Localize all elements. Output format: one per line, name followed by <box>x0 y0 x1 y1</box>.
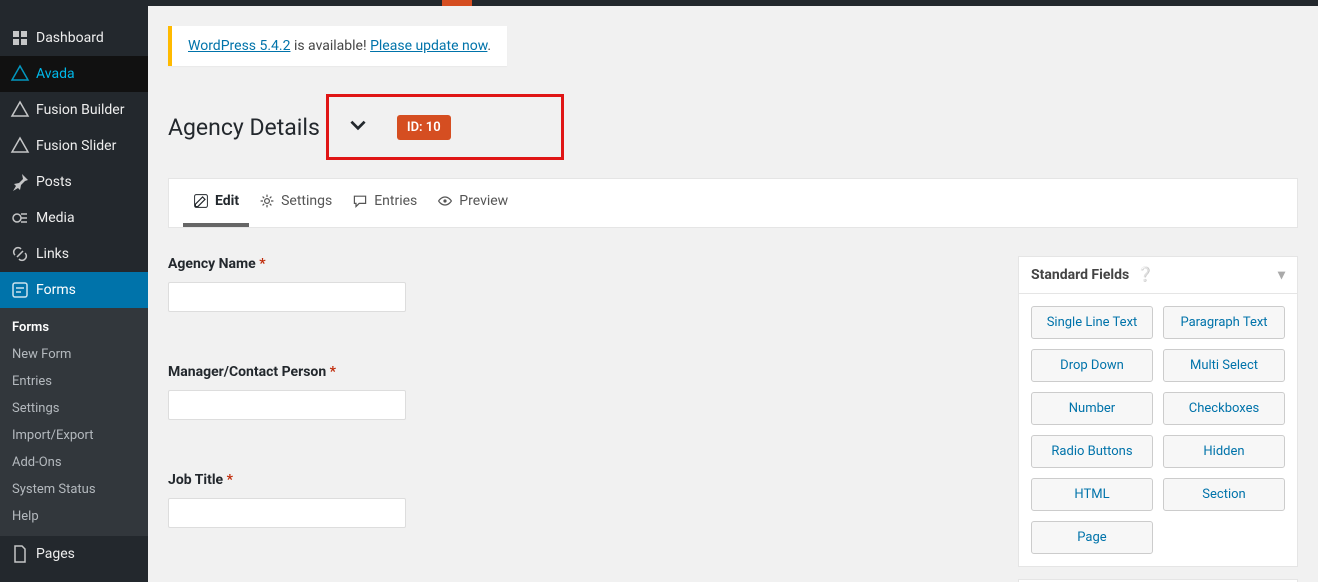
field-btn-single-line[interactable]: Single Line Text <box>1031 306 1153 339</box>
dashboard-icon <box>10 28 30 48</box>
panel-body-standard: Single Line Text Paragraph Text Drop Dow… <box>1019 294 1297 566</box>
required-indicator: * <box>227 472 233 488</box>
caret-down-icon: ▾ <box>1278 267 1285 283</box>
form-editor-area: Agency Name * Manager/Contact Person * J… <box>168 256 1298 582</box>
sidebar-item-label: Dashboard <box>36 30 104 46</box>
panel-standard-fields: Standard Fields ❔ ▾ Single Line Text Par… <box>1018 256 1298 567</box>
submenu-item-system-status[interactable]: System Status <box>0 476 148 503</box>
field-label: Manager/Contact Person * <box>168 364 988 380</box>
required-indicator: * <box>330 364 336 380</box>
fusion-slider-icon <box>10 136 30 156</box>
edit-icon <box>193 193 209 209</box>
form-id-badge: ID: 10 <box>397 115 451 140</box>
form-fields-column: Agency Name * Manager/Contact Person * J… <box>168 256 988 582</box>
field-input-job-title[interactable] <box>168 498 406 528</box>
notice-text: is available! <box>290 38 370 54</box>
form-field-agency-name[interactable]: Agency Name * <box>168 256 988 312</box>
field-btn-multiselect[interactable]: Multi Select <box>1163 349 1285 382</box>
pin-icon <box>10 172 30 192</box>
field-btn-checkboxes[interactable]: Checkboxes <box>1163 392 1285 425</box>
submenu-item-help[interactable]: Help <box>0 503 148 530</box>
tab-preview[interactable]: Preview <box>427 179 518 227</box>
field-btn-hidden[interactable]: Hidden <box>1163 435 1285 468</box>
required-indicator: * <box>259 256 265 272</box>
field-btn-page[interactable]: Page <box>1031 521 1153 554</box>
field-btn-dropdown[interactable]: Drop Down <box>1031 349 1153 382</box>
field-input-manager[interactable] <box>168 390 406 420</box>
tab-label: Settings <box>281 193 332 209</box>
main-content: WordPress 5.4.2 is available! Please upd… <box>148 6 1318 582</box>
notice-period: . <box>487 38 491 54</box>
help-icon[interactable]: ❔ <box>1137 267 1154 283</box>
topbar-indicator <box>442 0 472 6</box>
sidebar-item-label: Pages <box>36 546 75 562</box>
submenu-item-entries[interactable]: Entries <box>0 368 148 395</box>
sidebar-submenu: Forms New Form Entries Settings Import/E… <box>0 308 148 536</box>
field-btn-radio[interactable]: Radio Buttons <box>1031 435 1153 468</box>
field-label-text: Manager/Contact Person <box>168 364 326 380</box>
sidebar-item-posts[interactable]: Posts <box>0 164 148 200</box>
field-btn-section[interactable]: Section <box>1163 478 1285 511</box>
page-title: Agency Details <box>168 114 320 141</box>
sidebar-item-fusion-slider[interactable]: Fusion Slider <box>0 128 148 164</box>
link-icon <box>10 244 30 264</box>
heading-row: Agency Details ID: 10 <box>168 94 1298 160</box>
sidebar-item-forms[interactable]: Forms <box>0 272 148 308</box>
gear-icon <box>259 193 275 209</box>
notice-version-link[interactable]: WordPress 5.4.2 <box>188 38 290 54</box>
page-icon <box>10 544 30 564</box>
sidebar-item-fusion-builder[interactable]: Fusion Builder <box>0 92 148 128</box>
update-notice: WordPress 5.4.2 is available! Please upd… <box>168 26 507 66</box>
submenu-item-add-ons[interactable]: Add-Ons <box>0 449 148 476</box>
sidebar-item-links[interactable]: Links <box>0 236 148 272</box>
eye-icon <box>437 193 453 209</box>
field-btn-number[interactable]: Number <box>1031 392 1153 425</box>
panel-header-standard[interactable]: Standard Fields ❔ ▾ <box>1019 257 1297 294</box>
sidebar-item-media[interactable]: Media <box>0 200 148 236</box>
admin-topbar <box>0 0 1318 6</box>
forms-icon <box>10 280 30 300</box>
field-palette: Standard Fields ❔ ▾ Single Line Text Par… <box>1018 256 1298 582</box>
field-label-text: Job Title <box>168 472 223 488</box>
submenu-item-forms[interactable]: Forms <box>0 314 148 341</box>
avada-icon <box>10 64 30 84</box>
tab-label: Entries <box>374 193 417 209</box>
field-btn-paragraph[interactable]: Paragraph Text <box>1163 306 1285 339</box>
sidebar-item-label: Fusion Slider <box>36 138 116 154</box>
field-label: Job Title * <box>168 472 988 488</box>
sidebar-item-label: Media <box>36 210 75 226</box>
submenu-item-import-export[interactable]: Import/Export <box>0 422 148 449</box>
sidebar-item-label: Forms <box>36 282 76 298</box>
fusion-builder-icon <box>10 100 30 120</box>
tab-settings[interactable]: Settings <box>249 179 342 227</box>
sidebar-item-avada[interactable]: Avada <box>0 56 148 92</box>
sidebar-item-pages[interactable]: Pages <box>0 536 148 572</box>
sidebar-item-dashboard[interactable]: Dashboard <box>0 20 148 56</box>
tab-entries[interactable]: Entries <box>342 179 427 227</box>
tab-edit[interactable]: Edit <box>183 179 249 227</box>
tab-label: Preview <box>459 193 508 209</box>
panel-title: Standard Fields <box>1031 267 1129 283</box>
tab-bar: Edit Settings Entries Preview <box>168 178 1298 228</box>
sidebar-item-label: Fusion Builder <box>36 102 124 118</box>
field-label: Agency Name * <box>168 256 988 272</box>
notice-update-link[interactable]: Please update now <box>370 38 487 54</box>
tab-label: Edit <box>215 193 239 209</box>
field-label-text: Agency Name <box>168 256 256 272</box>
form-field-job-title[interactable]: Job Title * <box>168 472 988 528</box>
media-icon <box>10 208 30 228</box>
chevron-down-icon[interactable] <box>347 114 369 140</box>
admin-sidebar: Dashboard Avada Fusion Builder Fusion Sl… <box>0 0 148 582</box>
heading-annotation-box: ID: 10 <box>326 94 564 160</box>
comment-icon <box>352 193 368 209</box>
submenu-item-settings[interactable]: Settings <box>0 395 148 422</box>
field-input-agency-name[interactable] <box>168 282 406 312</box>
sidebar-item-label: Avada <box>36 66 75 82</box>
sidebar-item-label: Links <box>36 246 69 262</box>
submenu-item-new-form[interactable]: New Form <box>0 341 148 368</box>
field-btn-html[interactable]: HTML <box>1031 478 1153 511</box>
form-field-manager[interactable]: Manager/Contact Person * <box>168 364 988 420</box>
sidebar-item-label: Posts <box>36 174 72 190</box>
